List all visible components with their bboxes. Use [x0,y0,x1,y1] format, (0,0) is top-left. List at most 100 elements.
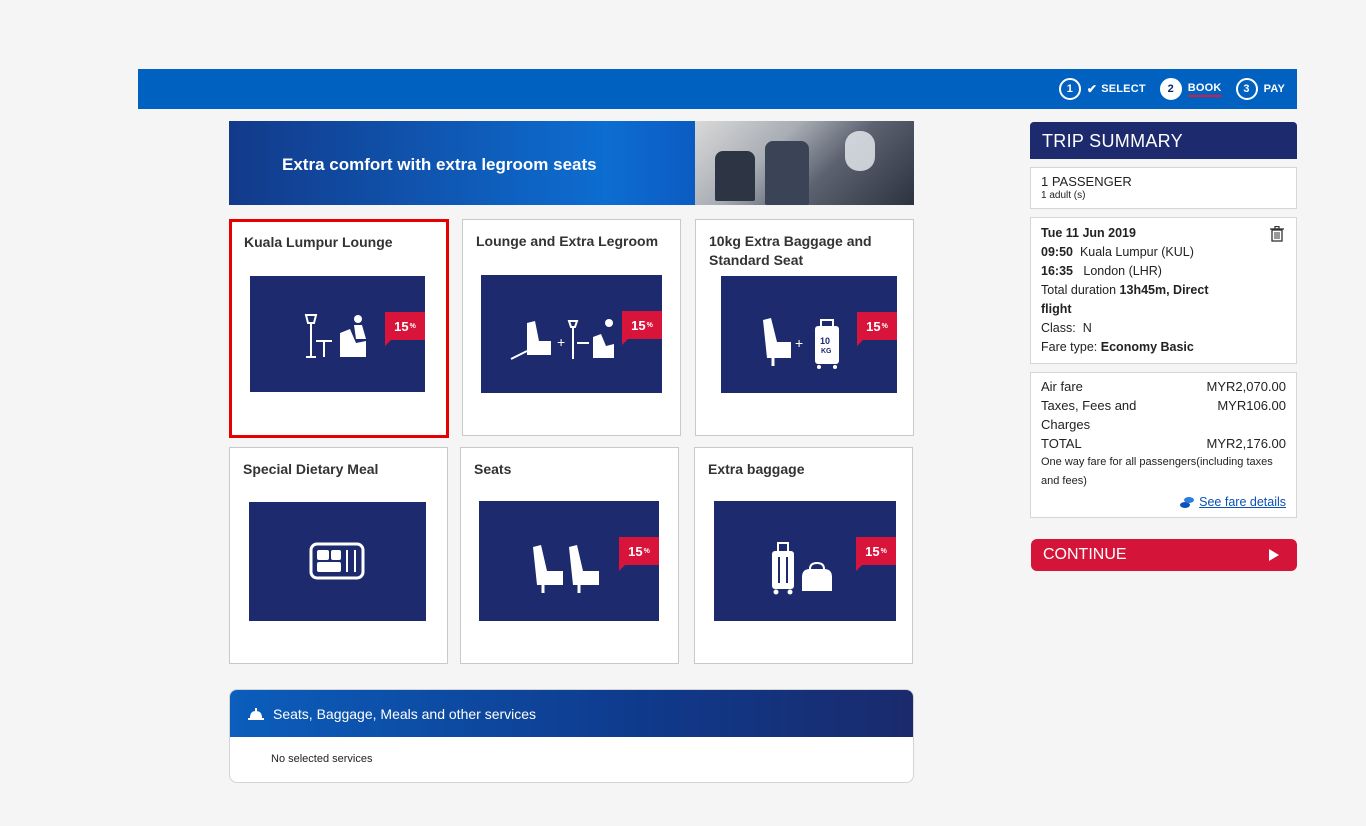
fare-value: MYR106.00 [1217,398,1286,413]
fare-type-label: Fare type: [1041,340,1098,354]
class-row: Class: N [1041,319,1286,338]
continue-button[interactable]: CONTINUE [1031,539,1297,571]
step-indicator: 1 ✔ SELECT 2 BOOK 3 PAY [1058,69,1285,109]
services-title: Seats, Baggage, Meals and other services [273,705,537,722]
trip-summary-title: TRIP SUMMARY [1030,122,1297,159]
fare-box: Air fare MYR2,070.00 Taxes, Fees and Char… [1030,372,1297,518]
card-dietary-meal[interactable]: Special Dietary Meal [229,447,448,664]
card-image: 15% [714,501,896,621]
card-title: Seats [474,461,512,477]
seat-plus-bag-icon: + 10 KG [763,318,839,369]
discount-value: 15 [865,543,880,559]
fare-link-text: See fare details [1199,495,1286,509]
departure-row: 09:50 Kuala Lumpur (KUL) [1041,243,1286,262]
bag-label-top: 10 [820,336,830,346]
duration-label: Total duration [1041,283,1117,297]
card-title: Kuala Lumpur Lounge [244,234,393,250]
card-seats[interactable]: Seats 15% [460,447,679,664]
card-kl-lounge[interactable]: Kuala Lumpur Lounge 15% [229,219,449,438]
svg-text:+: + [557,334,565,350]
step-label: PAY [1263,83,1285,95]
card-title: 10kg Extra Baggage and Standard Seat [709,233,872,268]
services-empty-text: No selected services [271,753,373,765]
svg-text:+: + [795,335,803,351]
passenger-count: 1 PASSENGER [1041,174,1132,189]
discount-badge: 15% [857,312,897,346]
seats-icon [533,545,599,593]
arrival-row: 16:35 London (LHR) [1041,262,1286,281]
fare-row-air: Air fare MYR2,070.00 [1041,377,1286,396]
card-image: + 15% [481,275,662,393]
step-label: SELECT [1101,83,1146,95]
meal-tray-icon [309,542,365,580]
class-value: N [1082,321,1092,335]
fare-type-value: Economy Basic [1100,340,1194,354]
discount-badge: 15% [385,312,425,346]
step-number: 1 [1058,78,1081,100]
step-number: 2 [1159,78,1182,100]
card-image: 15% [479,501,659,621]
step-label: BOOK [1187,82,1222,97]
passenger-detail: 1 adult (s) [1041,190,1086,201]
departure-place: Kuala Lumpur (KUL) [1079,245,1194,259]
step-select[interactable]: 1 ✔ SELECT [1058,78,1146,100]
arrival-time: 16:35 [1041,264,1073,278]
discount-suffix: % [409,322,416,330]
card-title: Extra baggage [708,461,805,477]
coins-icon [1180,497,1195,508]
banner-text: Extra comfort with extra legroom seats [282,155,597,174]
card-title: Special Dietary Meal [243,461,379,477]
fare-details-link[interactable]: See fare details [1041,495,1286,509]
duration-row: Total duration 13h45m, Direct flight [1041,281,1231,319]
selected-services-panel: Seats, Baggage, Meals and other services… [229,689,914,783]
discount-value: 15 [628,543,643,559]
flight-date: Tue 11 Jun 2019 [1041,226,1136,240]
cabin-photo [695,121,914,205]
fare-label: Air fare [1041,379,1083,394]
lounge-icon [304,314,366,358]
discount-suffix: % [643,547,650,555]
check-icon: ✔ [1086,82,1098,96]
fare-type-row: Fare type: Economy Basic [1041,338,1286,357]
discount-badge: 15% [619,537,659,571]
luggage-icon [772,542,832,595]
fare-value: MYR2,176.00 [1206,436,1287,451]
discount-value: 15 [866,318,881,334]
seat-plus-lounge-icon: + [510,319,614,360]
play-arrow-icon [1269,549,1279,561]
passenger-box: 1 PASSENGER 1 adult (s) [1030,167,1297,209]
card-title: Lounge and Extra Legroom [476,233,659,249]
card-image: 15% [250,276,425,392]
services-header[interactable]: Seats, Baggage, Meals and other services [230,690,913,737]
fare-note: One way fare for all passengers(includin… [1041,456,1273,487]
fare-value: MYR2,070.00 [1206,379,1287,394]
discount-value: 15 [394,318,409,334]
discount-badge: 15% [856,537,896,571]
card-image [249,502,426,621]
card-image: + 10 KG 15% [721,276,897,393]
continue-label: CONTINUE [1043,546,1127,563]
fare-row-taxes: Taxes, Fees and Charges MYR106.00 [1041,396,1286,434]
trash-icon[interactable] [1270,226,1284,242]
step-book[interactable]: 2 BOOK [1159,78,1222,100]
trip-summary: TRIP SUMMARY 1 PASSENGER 1 adult (s) Tue… [1030,122,1297,518]
fare-row-total: TOTAL MYR2,176.00 [1041,434,1286,453]
card-extra-baggage[interactable]: Extra baggage 15% [694,447,913,664]
promo-banner[interactable]: Extra comfort with extra legroom seats [229,121,914,205]
departure-time: 09:50 [1041,245,1073,259]
class-label: Class: [1041,321,1076,335]
step-pay[interactable]: 3 PAY [1235,78,1285,100]
bag-label-bottom: KG [821,348,832,355]
discount-badge: 15% [622,311,662,345]
card-lounge-legroom[interactable]: Lounge and Extra Legroom + 15% [462,219,681,436]
step-number: 3 [1235,78,1258,100]
seat-shape [715,151,755,201]
discount-value: 15 [631,317,646,333]
discount-suffix: % [646,321,653,329]
window-shape [845,131,875,171]
discount-suffix: % [881,322,888,330]
service-bell-icon [248,707,264,720]
arrival-place: London (LHR) [1083,264,1162,278]
progress-bar: 1 ✔ SELECT 2 BOOK 3 PAY [138,69,1297,109]
card-baggage-seat[interactable]: 10kg Extra Baggage and Standard Seat + 1… [695,219,914,436]
